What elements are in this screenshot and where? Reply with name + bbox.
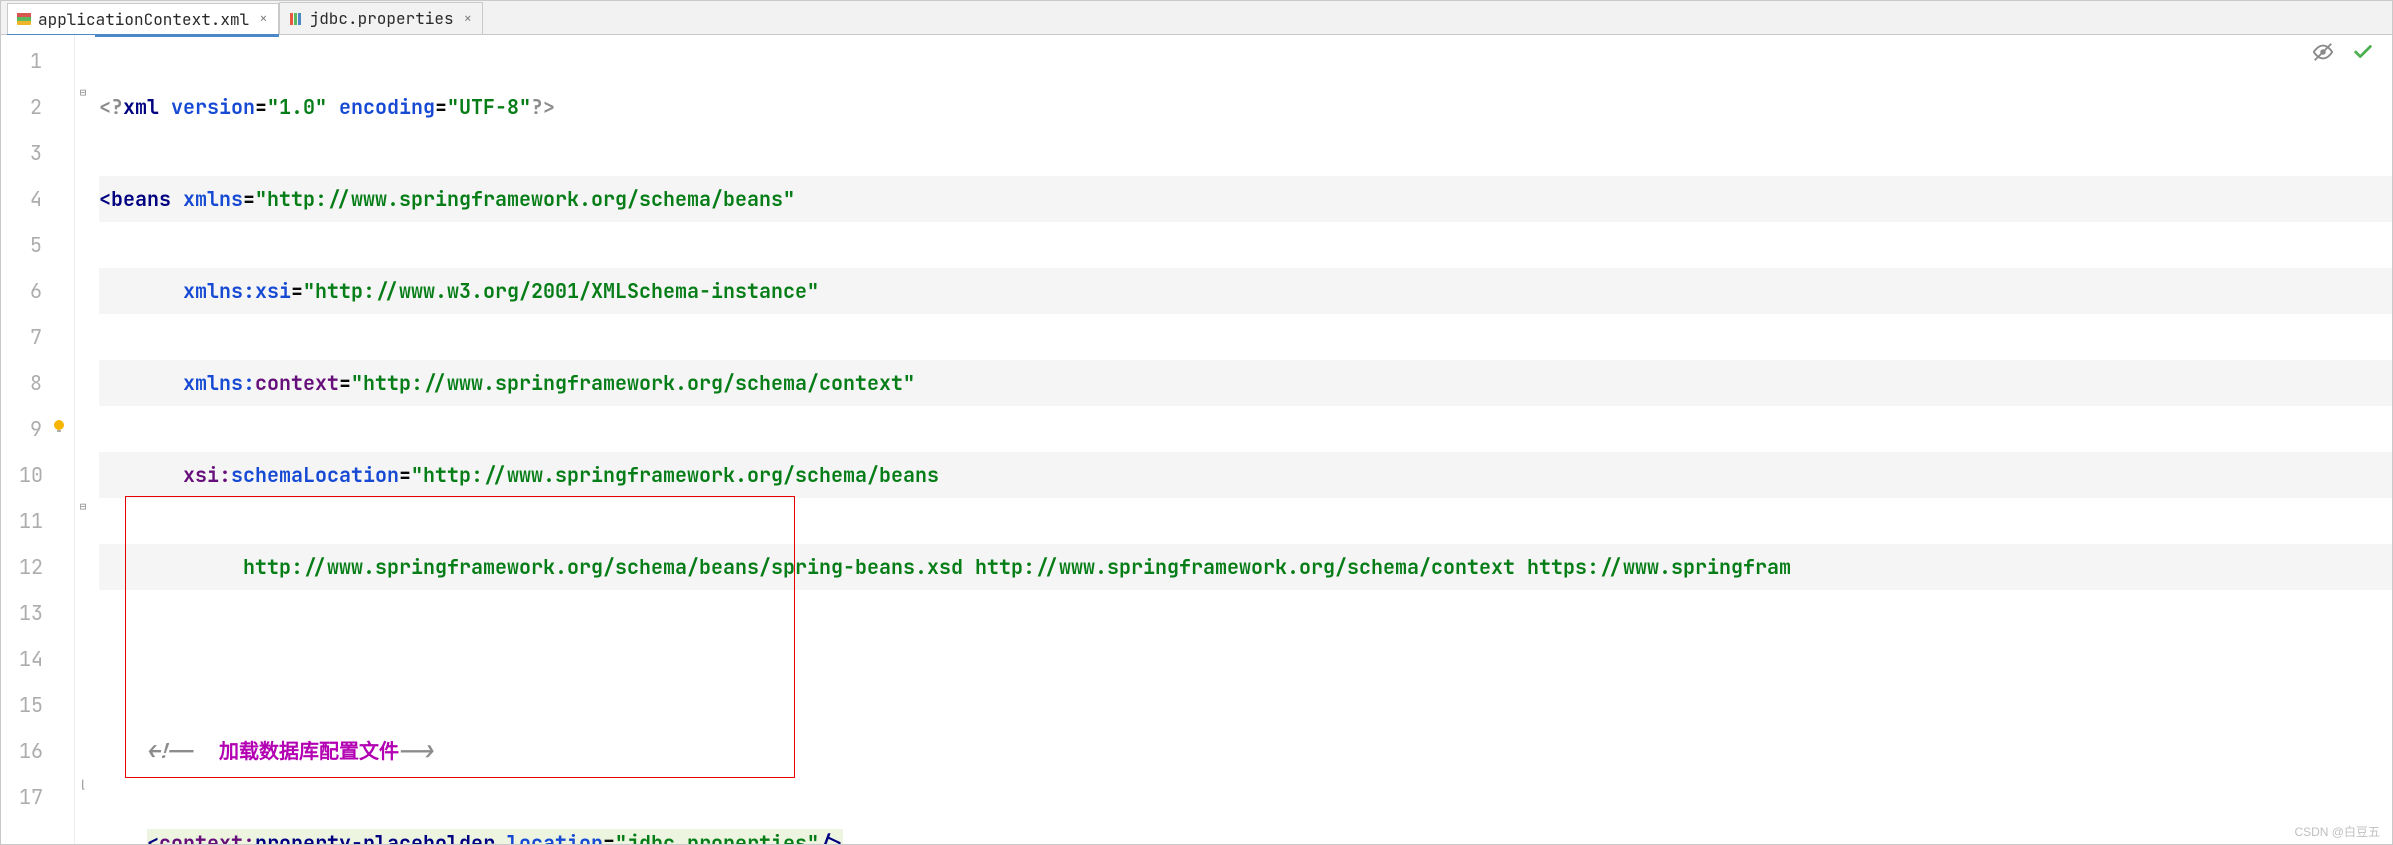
reader-mode-icon[interactable] xyxy=(2312,41,2334,69)
properties-file-icon xyxy=(288,11,304,27)
fold-end-icon[interactable]: ⌊ xyxy=(77,779,89,791)
fold-column: ⊟ ⊟ ⌊ xyxy=(75,35,95,844)
code-editor[interactable]: 1 2 3 4 5 6 7 8 9 10 11 12 13 14 15 16 1… xyxy=(1,35,2392,844)
fold-toggle-icon[interactable]: ⊟ xyxy=(77,87,89,99)
intention-bulb-icon[interactable] xyxy=(50,406,68,452)
inspection-rail xyxy=(2312,41,2374,69)
line-number-gutter: 1 2 3 4 5 6 7 8 9 10 11 12 13 14 15 16 1… xyxy=(1,35,75,844)
xml-file-icon xyxy=(16,11,32,27)
fold-toggle-icon[interactable]: ⊟ xyxy=(77,501,89,513)
tab-jdbcproperties[interactable]: jdbc.properties × xyxy=(279,2,483,34)
inspection-ok-icon[interactable] xyxy=(2352,41,2374,69)
tab-label: jdbc.properties xyxy=(310,8,454,29)
editor-tab-bar: applicationContext.xml × jdbc.properties… xyxy=(1,1,2392,35)
watermark: CSDN @白豆五 xyxy=(2294,823,2380,840)
tab-applicationcontext[interactable]: applicationContext.xml × xyxy=(7,3,279,35)
code-area[interactable]: <?xml version="1.0" encoding="UTF-8"?> <… xyxy=(95,35,2392,844)
tab-label: applicationContext.xml xyxy=(38,9,249,30)
close-icon[interactable]: × xyxy=(464,10,472,28)
close-icon[interactable]: × xyxy=(259,10,267,28)
